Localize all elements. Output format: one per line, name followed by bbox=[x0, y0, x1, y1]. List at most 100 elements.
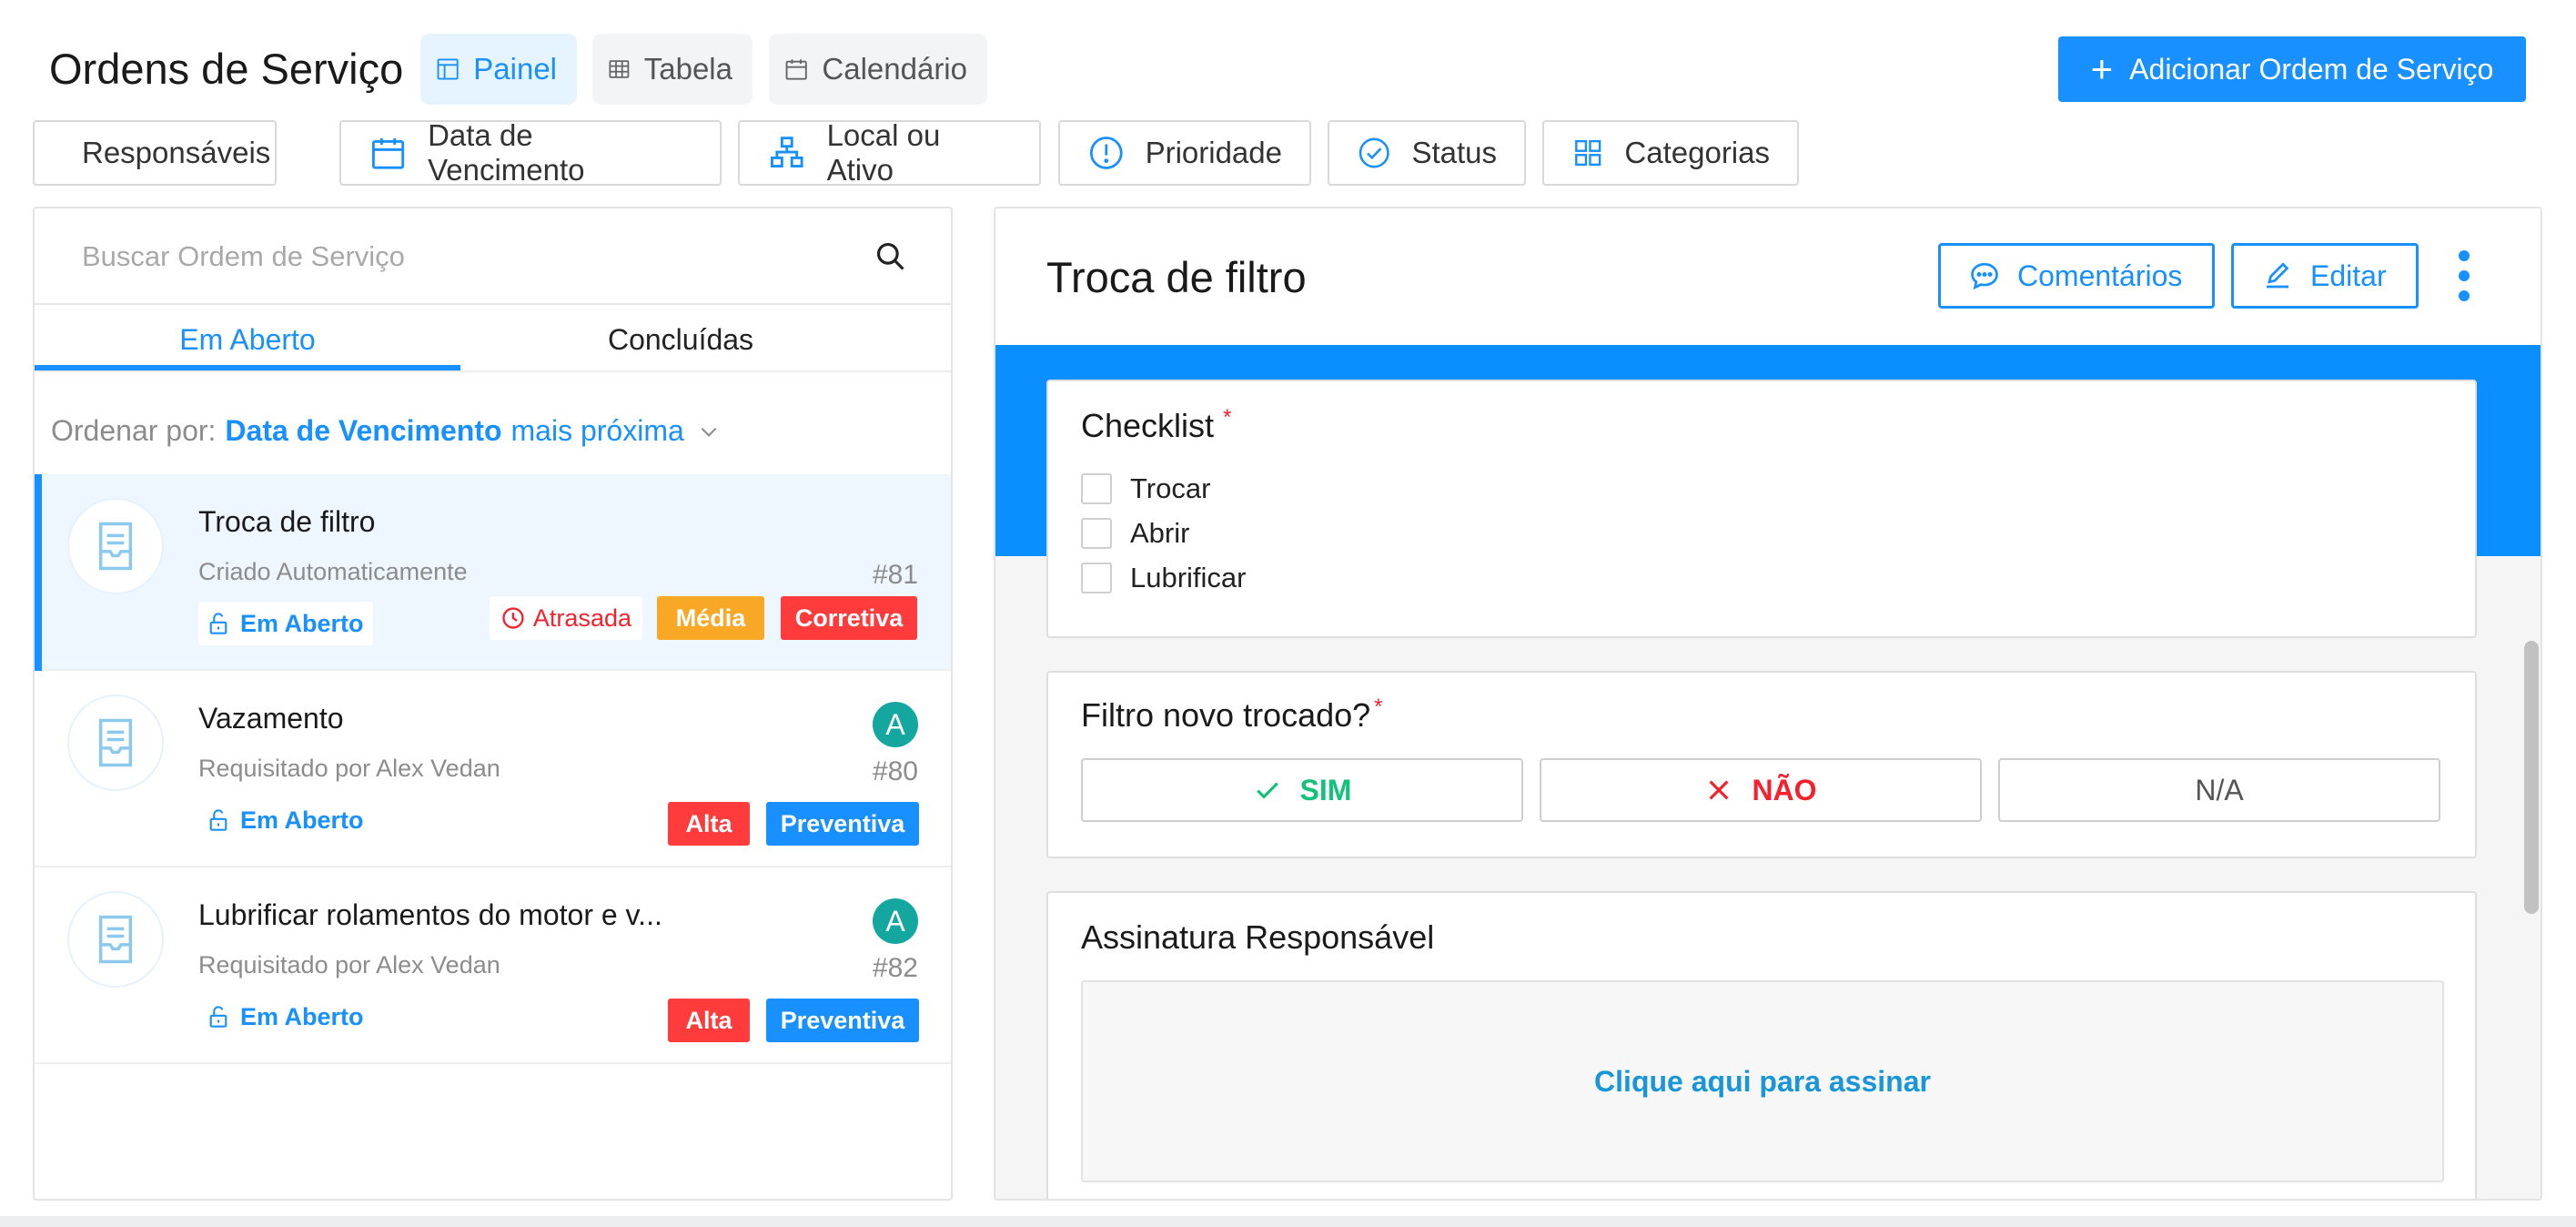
overdue-badge: Atrasada bbox=[490, 596, 642, 640]
sort-selector[interactable]: Ordenar por: Data de Vencimento mais pró… bbox=[51, 414, 721, 448]
filter-label: Prioridade bbox=[1145, 136, 1282, 169]
hierarchy-icon bbox=[770, 137, 803, 167]
status-tabs: Em Aberto Concluídas bbox=[35, 307, 951, 372]
document-icon bbox=[98, 522, 133, 571]
assignee-avatar[interactable]: A bbox=[873, 898, 918, 944]
work-order-number: #81 bbox=[872, 560, 918, 590]
type-tag: Preventiva bbox=[766, 999, 919, 1042]
filter-status[interactable]: Status bbox=[1328, 120, 1526, 186]
add-work-order-button[interactable]: + Adicionar Ordem de Serviço bbox=[2058, 36, 2526, 102]
unlock-icon bbox=[209, 1006, 227, 1028]
work-order-number: #80 bbox=[872, 756, 918, 786]
comment-icon bbox=[1971, 262, 1998, 290]
calendar-icon bbox=[371, 137, 405, 169]
document-icon bbox=[98, 718, 133, 767]
bottom-strip bbox=[0, 1216, 2576, 1227]
detail-title: Troca de filtro bbox=[1046, 253, 1307, 301]
filter-prioridade[interactable]: Prioridade bbox=[1058, 120, 1311, 186]
filter-label: Status bbox=[1411, 136, 1497, 169]
work-order-avatar bbox=[67, 695, 164, 791]
work-order-title: Troca de filtro bbox=[198, 505, 376, 538]
chevron-down-icon bbox=[701, 427, 717, 437]
more-options-icon[interactable] bbox=[2453, 247, 2475, 305]
detail-header: Troca de filtro Comentários Editar bbox=[995, 208, 2541, 345]
checklist-card: Checklist * Trocar Abrir Lubrificar bbox=[1046, 380, 2477, 638]
view-tab-tabela[interactable]: Tabela bbox=[592, 34, 753, 105]
status-badge: Em Aberto bbox=[198, 798, 373, 842]
option-no-label: NÃO bbox=[1752, 773, 1817, 806]
page-title: Ordens de Serviço bbox=[49, 45, 404, 93]
priority-tag: Alta bbox=[668, 802, 750, 846]
status-label: Em Aberto bbox=[240, 806, 364, 834]
filter-label: Categorias bbox=[1624, 136, 1770, 169]
work-order-subtitle: Requisitado por Alex Vedan bbox=[198, 951, 500, 979]
clock-icon bbox=[502, 607, 524, 629]
option-yes-label: SIM bbox=[1299, 773, 1352, 806]
overdue-label: Atrasada bbox=[532, 603, 631, 632]
view-tab-label: Painel bbox=[473, 52, 557, 86]
check-icon bbox=[1256, 782, 1278, 799]
filter-label: Local ou Ativo bbox=[826, 118, 941, 187]
filter-label: Data de Vencimento bbox=[428, 118, 585, 187]
unlock-icon bbox=[209, 809, 227, 831]
tab-em-aberto[interactable]: Em Aberto bbox=[35, 307, 460, 372]
view-tab-label: Tabela bbox=[643, 52, 732, 86]
sort-direction: mais próxima bbox=[510, 414, 684, 447]
checklist-title-text: Checklist bbox=[1081, 407, 1215, 444]
required-mark: * bbox=[1223, 405, 1232, 430]
check-circle-icon bbox=[1359, 137, 1389, 168]
tab-concluidas[interactable]: Concluídas bbox=[526, 307, 835, 372]
type-tag: Preventiva bbox=[766, 802, 919, 846]
search-input[interactable] bbox=[82, 236, 864, 278]
work-order-subtitle: Requisitado por Alex Vedan bbox=[198, 755, 500, 782]
checklist-item[interactable]: Trocar bbox=[1081, 472, 1210, 505]
search-icon[interactable] bbox=[874, 239, 908, 274]
assignee-avatar[interactable]: A bbox=[873, 702, 918, 747]
active-tab-indicator bbox=[35, 365, 460, 370]
checkbox[interactable] bbox=[1081, 473, 1112, 504]
comments-button[interactable]: Comentários bbox=[1938, 243, 2215, 309]
work-order-item[interactable]: Vazamento Requisitado por Alex Vedan Em … bbox=[35, 671, 951, 867]
unlock-icon bbox=[209, 613, 227, 634]
work-order-item[interactable]: Lubrificar rolamentos do motor e v... Re… bbox=[35, 867, 951, 1064]
type-tag: Corretiva bbox=[781, 596, 917, 640]
scrollbar-thumb[interactable] bbox=[2524, 641, 2539, 914]
status-label: Em Aberto bbox=[240, 1002, 364, 1030]
sort-label: Ordenar por: bbox=[51, 414, 217, 447]
work-order-detail-panel: Troca de filtro Comentários Editar Check… bbox=[994, 207, 2542, 1201]
signature-card: Assinatura Responsável Clique aqui para … bbox=[1046, 891, 2477, 1199]
filter-label: Responsáveis bbox=[82, 136, 271, 169]
checklist-item[interactable]: Lubrificar bbox=[1081, 562, 1247, 594]
checklist-item[interactable]: Abrir bbox=[1081, 517, 1189, 550]
work-order-item[interactable]: Troca de filtro Criado Automaticamente E… bbox=[35, 474, 951, 671]
work-order-list-panel: Em Aberto Concluídas Ordenar por: Data d… bbox=[33, 207, 953, 1201]
option-no-button[interactable]: NÃO bbox=[1540, 758, 1982, 822]
status-badge: Em Aberto bbox=[198, 995, 373, 1039]
option-na-button[interactable]: N/A bbox=[1998, 758, 2440, 822]
work-order-avatar bbox=[67, 498, 164, 594]
required-mark: * bbox=[1374, 695, 1383, 719]
view-tab-calendario[interactable]: Calendário bbox=[769, 34, 987, 105]
filter-responsaveis[interactable]: Responsáveis bbox=[33, 120, 277, 186]
edit-label: Editar bbox=[2310, 259, 2387, 292]
exclamation-icon bbox=[1089, 137, 1123, 169]
filter-categorias[interactable]: Categorias bbox=[1542, 120, 1799, 186]
option-yes-button[interactable]: SIM bbox=[1081, 758, 1523, 822]
filter-data-vencimento[interactable]: Data de Vencimento bbox=[339, 118, 722, 187]
checkbox[interactable] bbox=[1081, 563, 1112, 593]
document-icon bbox=[98, 915, 133, 964]
add-work-order-label: Adicionar Ordem de Serviço bbox=[2129, 52, 2494, 86]
work-order-subtitle: Criado Automaticamente bbox=[198, 558, 468, 585]
signature-area[interactable]: Clique aqui para assinar bbox=[1081, 980, 2444, 1182]
calendar-icon bbox=[785, 59, 807, 80]
status-badge: Em Aberto bbox=[198, 602, 373, 645]
checklist-item-label: Abrir bbox=[1130, 517, 1190, 549]
work-order-title: Vazamento bbox=[198, 702, 344, 735]
view-tab-painel[interactable]: Painel bbox=[420, 34, 577, 105]
edit-button[interactable]: Editar bbox=[2231, 243, 2419, 309]
checkbox[interactable] bbox=[1081, 518, 1112, 549]
filter-local-ativo[interactable]: Local ou Ativo bbox=[738, 118, 1041, 187]
close-icon bbox=[1709, 780, 1729, 800]
priority-tag: Alta bbox=[668, 999, 750, 1042]
status-label: Em Aberto bbox=[240, 609, 364, 637]
